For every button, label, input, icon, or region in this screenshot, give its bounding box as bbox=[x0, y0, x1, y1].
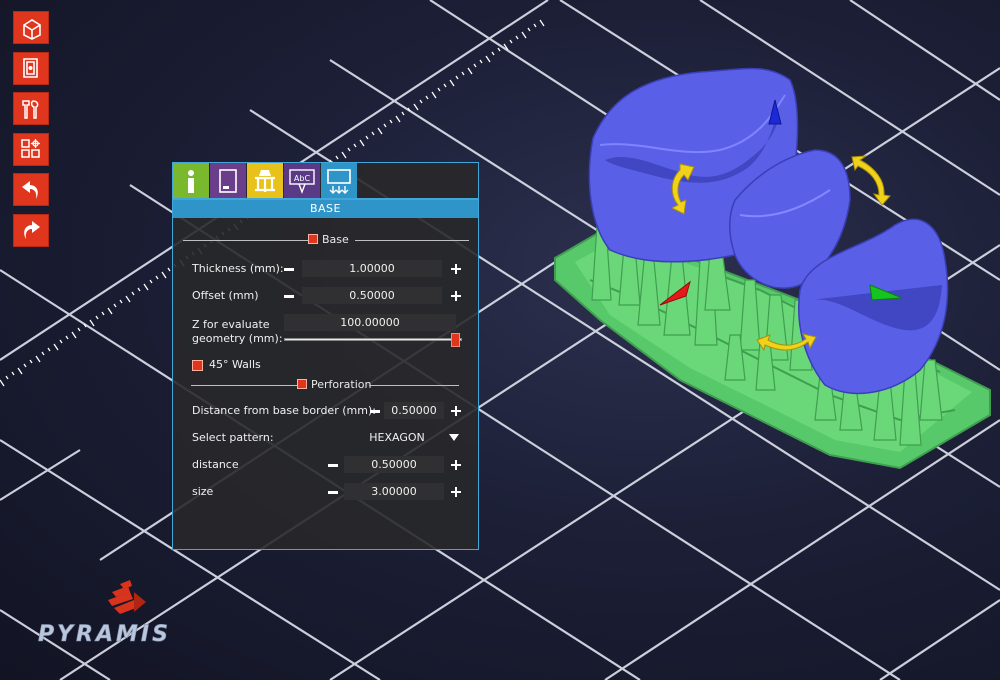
distance-border-label: Distance from base border (mm): bbox=[192, 404, 376, 417]
divider bbox=[183, 240, 308, 241]
home-view-button[interactable] bbox=[13, 11, 49, 44]
divider bbox=[191, 385, 297, 386]
distance-increment-button[interactable] bbox=[451, 460, 461, 470]
pyramis-logo: PYRAMIS bbox=[38, 578, 218, 650]
base-section-title: Base bbox=[322, 233, 349, 246]
distance-border-field[interactable]: 0.50000 bbox=[384, 402, 444, 419]
label-abc-icon: AbC bbox=[289, 168, 315, 194]
walls-checkbox[interactable] bbox=[192, 360, 203, 371]
logo-wordmark: PYRAMIS bbox=[38, 622, 171, 648]
tools-icon bbox=[22, 99, 39, 119]
redo-button[interactable] bbox=[13, 213, 49, 247]
tab-base[interactable] bbox=[321, 163, 357, 198]
offset-label: Offset (mm) bbox=[192, 289, 259, 302]
settings-grid-icon bbox=[21, 139, 40, 158]
offset-field[interactable]: 0.50000 bbox=[302, 287, 442, 304]
perforation-section-header: Perforation bbox=[183, 378, 469, 392]
z-evaluate-label-line1: Z for evaluate bbox=[192, 318, 270, 331]
z-evaluate-slider-thumb[interactable] bbox=[451, 333, 460, 347]
pyramis-mark-icon bbox=[108, 580, 146, 614]
settings-button[interactable] bbox=[13, 132, 49, 166]
distance-decrement-button[interactable] bbox=[328, 464, 338, 467]
distance-label: distance bbox=[192, 458, 239, 471]
perforation-section-toggle[interactable] bbox=[297, 379, 307, 389]
info-icon bbox=[188, 169, 194, 193]
z-evaluate-slider-track[interactable] bbox=[284, 338, 462, 341]
base-section-header: Base bbox=[183, 233, 469, 247]
size-field[interactable]: 3.00000 bbox=[344, 483, 444, 500]
size-increment-button[interactable] bbox=[451, 487, 461, 497]
divider bbox=[369, 385, 459, 386]
thickness-field[interactable]: 1.00000 bbox=[302, 260, 442, 277]
tools-button[interactable] bbox=[13, 92, 49, 125]
tab-label[interactable]: AbC bbox=[284, 163, 320, 198]
size-label: size bbox=[192, 485, 214, 498]
thickness-label: Thickness (mm): bbox=[192, 262, 284, 275]
distance-field[interactable]: 0.50000 bbox=[344, 456, 444, 473]
tab-supports[interactable] bbox=[247, 163, 283, 198]
thickness-increment-button[interactable] bbox=[451, 264, 461, 274]
open-file-icon bbox=[23, 58, 38, 78]
offset-increment-button[interactable] bbox=[451, 291, 461, 301]
main-toolbar bbox=[13, 11, 49, 254]
panel-tabs: AbC bbox=[173, 163, 358, 199]
chevron-down-icon[interactable] bbox=[449, 434, 459, 441]
supports-icon bbox=[255, 169, 275, 192]
tab-document[interactable] bbox=[210, 163, 246, 198]
z-evaluate-label-line2: geometry (mm): bbox=[192, 332, 283, 345]
offset-decrement-button[interactable] bbox=[284, 295, 294, 298]
perforation-section-title: Perforation bbox=[311, 378, 372, 391]
thickness-decrement-button[interactable] bbox=[284, 268, 294, 271]
walls-label: 45° Walls bbox=[209, 358, 261, 371]
divider bbox=[355, 240, 469, 241]
cube-house-icon bbox=[23, 18, 41, 40]
pattern-label: Select pattern: bbox=[192, 431, 274, 444]
z-evaluate-row: Z for evaluate geometry (mm): 100.00000 bbox=[192, 314, 462, 354]
document-icon bbox=[219, 168, 237, 193]
base-section-toggle[interactable] bbox=[308, 234, 318, 244]
z-evaluate-field[interactable]: 100.00000 bbox=[284, 314, 456, 331]
undo-icon bbox=[22, 180, 38, 199]
distance-border-decrement-button[interactable] bbox=[370, 410, 380, 413]
redo-icon bbox=[24, 221, 40, 239]
undo-button[interactable] bbox=[13, 173, 49, 206]
tab-info[interactable] bbox=[173, 163, 209, 198]
pattern-select[interactable]: HEXAGON bbox=[342, 429, 452, 446]
svg-text:AbC: AbC bbox=[294, 174, 311, 183]
open-file-button[interactable] bbox=[13, 51, 49, 85]
distance-border-increment-button[interactable] bbox=[451, 406, 461, 416]
panel-title: BASE bbox=[173, 200, 478, 218]
base-settings-panel: AbC BASE Base Thickness (mm): 1.00000 Of… bbox=[172, 162, 479, 550]
base-icon bbox=[327, 168, 351, 194]
size-decrement-button[interactable] bbox=[328, 491, 338, 494]
